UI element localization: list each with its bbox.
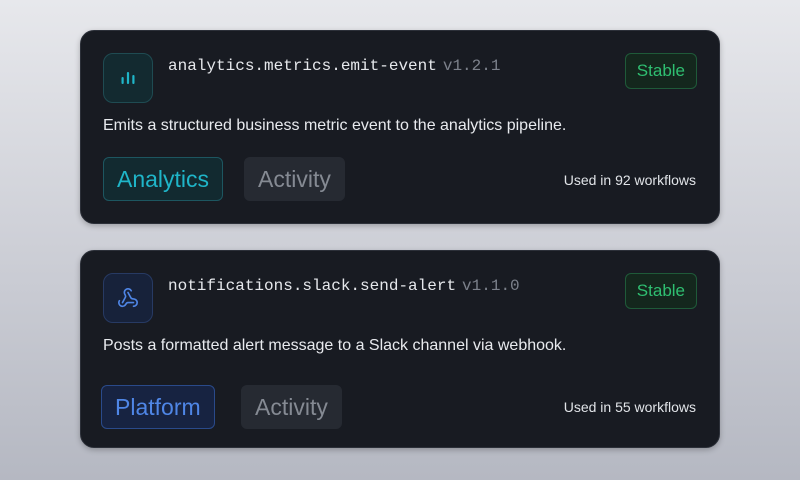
status-badge: Stable [624, 273, 697, 309]
tag-analytics[interactable]: Analytics [103, 157, 224, 201]
version-label: v1.2.1 [442, 57, 501, 75]
usage-count: Used in 92 workflows [563, 172, 696, 188]
action-name: analytics.metrics.emit-event [168, 57, 437, 75]
tag-activity[interactable]: Activity [244, 157, 345, 201]
action-name-line: notifications.slack.send-alert v1.1.0 [168, 277, 520, 295]
usage-count: Used in 55 workflows [563, 399, 696, 415]
tag-platform[interactable]: Platform [101, 385, 215, 429]
action-card-emit-event[interactable]: analytics.metrics.emit-event v1.2.1 Stabl… [80, 30, 720, 224]
status-badge: Stable [624, 53, 697, 89]
action-name: notifications.slack.send-alert [168, 277, 457, 295]
bar-chart-icon [103, 53, 153, 103]
action-card-send-alert[interactable]: notifications.slack.send-alert v1.1.0 Sta… [80, 250, 720, 448]
action-description: Posts a formatted alert message to a Sla… [103, 337, 567, 354]
action-description: Emits a structured business metric event… [103, 117, 567, 134]
action-name-line: analytics.metrics.emit-event v1.2.1 [168, 57, 500, 75]
tag-activity[interactable]: Activity [241, 385, 342, 429]
webhook-icon [103, 273, 153, 323]
version-label: v1.1.0 [462, 277, 520, 295]
